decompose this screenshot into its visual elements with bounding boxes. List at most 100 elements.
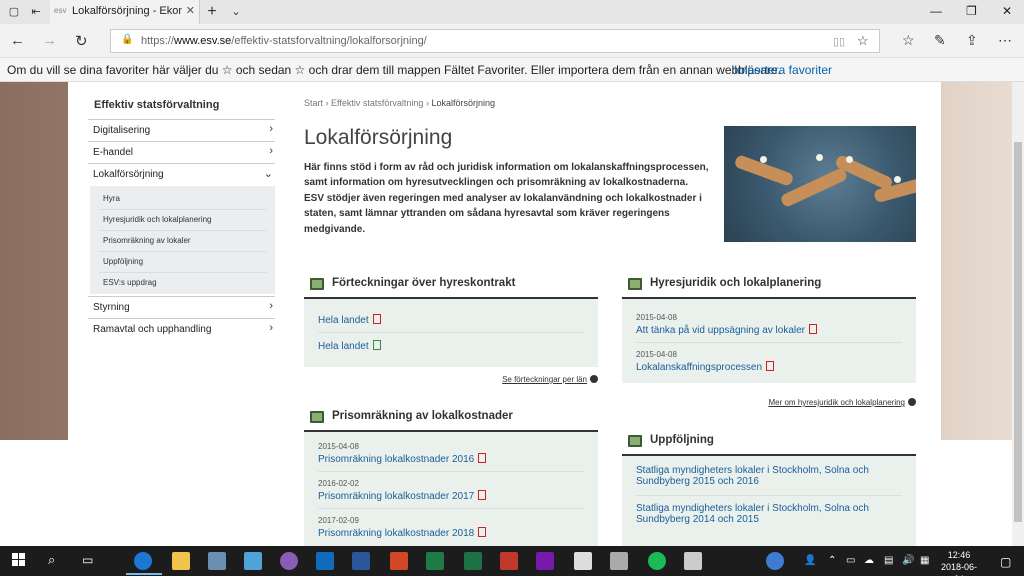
snipping-icon[interactable] xyxy=(244,552,262,570)
network-icon[interactable]: ▤ xyxy=(884,555,893,566)
more-forteckningar-link[interactable]: Se förteckningar per län xyxy=(502,375,598,384)
page-container: Effektiv statsförvaltning Digitalisering… xyxy=(68,82,941,546)
sidebar-item-ramavtal[interactable]: Ramavtal och upphandling › xyxy=(88,318,275,340)
page-title: Lokalförsörjning xyxy=(304,126,453,149)
app-icon[interactable] xyxy=(280,552,298,570)
favorites-hub-icon[interactable]: ☆ xyxy=(902,32,915,49)
task-view-icon[interactable]: ▭ xyxy=(82,553,93,567)
outlook-icon[interactable] xyxy=(316,552,334,570)
hyresjuridik-link-2[interactable]: Lokalanskaffningsprocessen xyxy=(636,361,775,373)
power-icon[interactable]: ▭ xyxy=(846,555,855,566)
url-text: https://www.esv.se/effektiv-statsforvalt… xyxy=(141,35,427,47)
search-icon[interactable]: ⌕ xyxy=(48,552,55,568)
chevron-right-icon: › xyxy=(269,322,273,334)
chevron-down-icon: ⌄ xyxy=(263,168,273,180)
word-icon[interactable] xyxy=(352,552,370,570)
prisomrakning-link-2017[interactable]: Prisomräkning lokalkostnader 2017 xyxy=(318,490,487,502)
import-favorites-link[interactable]: Importera favoriter xyxy=(734,63,832,77)
maximize-icon[interactable]: ❐ xyxy=(966,4,977,18)
people-icon[interactable]: 👤 xyxy=(804,555,816,566)
sub-item-hyresjuridik[interactable]: Hyresjuridik och lokalplanering xyxy=(99,210,267,231)
prisomrakning-link-2018[interactable]: Prisomräkning lokalkostnader 2018 xyxy=(318,527,487,539)
taskbar: ⌕ ▭ 👤 ⌃ ▭ ☁ ▤ 🔊 ▦ 12:46 2018-06-24 ▢ xyxy=(0,546,1024,576)
onenote-icon[interactable] xyxy=(536,552,554,570)
pdf-icon xyxy=(478,527,487,537)
spotify-icon[interactable] xyxy=(648,552,666,570)
pdf-icon xyxy=(478,453,487,463)
document-icon xyxy=(310,411,324,423)
pdf-icon xyxy=(478,490,487,500)
card-prisomrakning: Prisomräkning av lokalkostnader 2015-04-… xyxy=(304,410,598,546)
new-tab-icon[interactable]: + xyxy=(204,4,220,20)
uppfoljning-link-1[interactable]: Statliga myndigheters lokaler i Stockhol… xyxy=(636,465,869,487)
calendar-icon[interactable] xyxy=(574,552,592,570)
photos-icon[interactable] xyxy=(684,552,702,570)
sidebar-item-styrning[interactable]: Styrning › xyxy=(88,296,275,318)
favorites-bar-text: Om du vill se dina favoriter här väljer … xyxy=(7,63,781,77)
pdf-icon xyxy=(809,324,817,334)
prisomrakning-link-2016[interactable]: Prisomräkning lokalkostnader 2016 xyxy=(318,453,487,465)
tab-aside-icon[interactable]: ⇤ xyxy=(28,4,44,20)
browser-tab[interactable]: esv Lokalförsörjning - Ekonomistyrningsv… xyxy=(50,0,200,24)
card-hyresjuridik: Hyresjuridik och lokalplanering 2015-04-… xyxy=(622,277,916,417)
sidebar-item-digitalisering[interactable]: Digitalisering › xyxy=(88,119,275,141)
scrollbar-thumb[interactable] xyxy=(1014,142,1022,522)
sub-item-hyra[interactable]: Hyra xyxy=(99,189,267,210)
volume-icon[interactable]: 🔊 xyxy=(902,555,914,566)
sub-item-prisomrakning[interactable]: Prisomräkning av lokaler xyxy=(99,231,267,252)
store-icon[interactable] xyxy=(208,552,226,570)
forteckning-link-xls[interactable]: Hela landet xyxy=(318,340,381,352)
card-forteckningar: Förteckningar över hyreskontrakt Hela la… xyxy=(304,277,598,397)
help-icon[interactable] xyxy=(766,552,784,570)
breadcrumb-start[interactable]: Start xyxy=(304,98,323,108)
document-icon xyxy=(628,278,642,290)
tab-bar: ▢ ⇤ esv Lokalförsörjning - Ekonomistyrni… xyxy=(0,0,1024,24)
acrobat-icon[interactable] xyxy=(500,552,518,570)
camera-icon[interactable] xyxy=(610,552,628,570)
sidebar-item-lokalforsorjning[interactable]: Lokalförsörjning ⌄ xyxy=(88,163,275,185)
tab-manager-icon[interactable]: ▢ xyxy=(6,4,22,20)
clock[interactable]: 12:46 2018-06-24 xyxy=(936,549,982,576)
more-hyresjuridik-link[interactable]: Mer om hyresjuridik och lokalplanering xyxy=(768,398,916,407)
close-tab-icon[interactable]: ✕ xyxy=(186,4,195,17)
close-window-icon[interactable]: ✕ xyxy=(1002,4,1012,18)
tab-preview-chevron-icon[interactable]: ⌄ xyxy=(228,4,244,20)
chevron-right-icon: › xyxy=(269,300,273,312)
forteckning-link-pdf[interactable]: Hela landet xyxy=(318,314,381,326)
file-explorer-icon[interactable] xyxy=(172,552,190,570)
project-icon[interactable] xyxy=(426,552,444,570)
url-field[interactable]: 🔒 https://www.esv.se/effektiv-statsforva… xyxy=(110,29,880,53)
sidebar-item-ehandel[interactable]: E-handel › xyxy=(88,141,275,163)
sub-item-esv-uppdrag[interactable]: ESV:s uppdrag xyxy=(99,273,267,294)
forward-icon[interactable]: → xyxy=(42,32,57,49)
card-title: Uppföljning xyxy=(650,434,714,446)
edge-icon[interactable] xyxy=(134,552,152,570)
keyboard-icon[interactable]: ▦ xyxy=(920,555,929,566)
uppfoljning-link-2[interactable]: Statliga myndigheters lokaler i Stockhol… xyxy=(636,503,869,525)
card-title: Förteckningar över hyreskontrakt xyxy=(332,277,516,289)
arrow-circle-icon xyxy=(908,398,916,406)
excel-app-icon[interactable] xyxy=(464,552,482,570)
sub-item-uppfoljning[interactable]: Uppföljning xyxy=(99,252,267,273)
favorite-star-icon[interactable]: ☆ xyxy=(857,33,869,49)
breadcrumb-effektiv[interactable]: Effektiv statsförvaltning xyxy=(331,98,423,108)
pdf-icon xyxy=(766,361,775,371)
show-hidden-icons-chevron-icon[interactable]: ⌃ xyxy=(828,555,836,566)
refresh-icon[interactable]: ↻ xyxy=(75,32,88,50)
pen-icon[interactable]: ✎ xyxy=(934,32,946,49)
hyresjuridik-link-1[interactable]: Att tänka på vid uppsägning av lokaler xyxy=(636,324,817,336)
windows-start-icon[interactable] xyxy=(12,553,25,566)
back-icon[interactable]: ← xyxy=(10,32,25,49)
sidebar-title[interactable]: Effektiv statsförvaltning xyxy=(94,99,219,111)
item-date: 2015-04-08 xyxy=(636,313,677,322)
card-uppfoljning: Uppföljning Statliga myndigheters lokale… xyxy=(622,434,916,546)
onedrive-icon[interactable]: ☁ xyxy=(864,555,874,566)
more-icon[interactable]: ⋯ xyxy=(998,32,1012,49)
tab-title: Lokalförsörjning - Ekonomistyrningsverke… xyxy=(72,5,182,17)
minimize-icon[interactable]: — xyxy=(930,4,942,18)
notifications-icon[interactable]: ▢ xyxy=(1000,555,1011,569)
arrow-circle-icon xyxy=(590,375,598,383)
share-icon[interactable]: ⇪ xyxy=(966,32,978,49)
reading-view-icon[interactable]: ▯▯ xyxy=(833,35,845,48)
powerpoint-icon[interactable] xyxy=(390,552,408,570)
